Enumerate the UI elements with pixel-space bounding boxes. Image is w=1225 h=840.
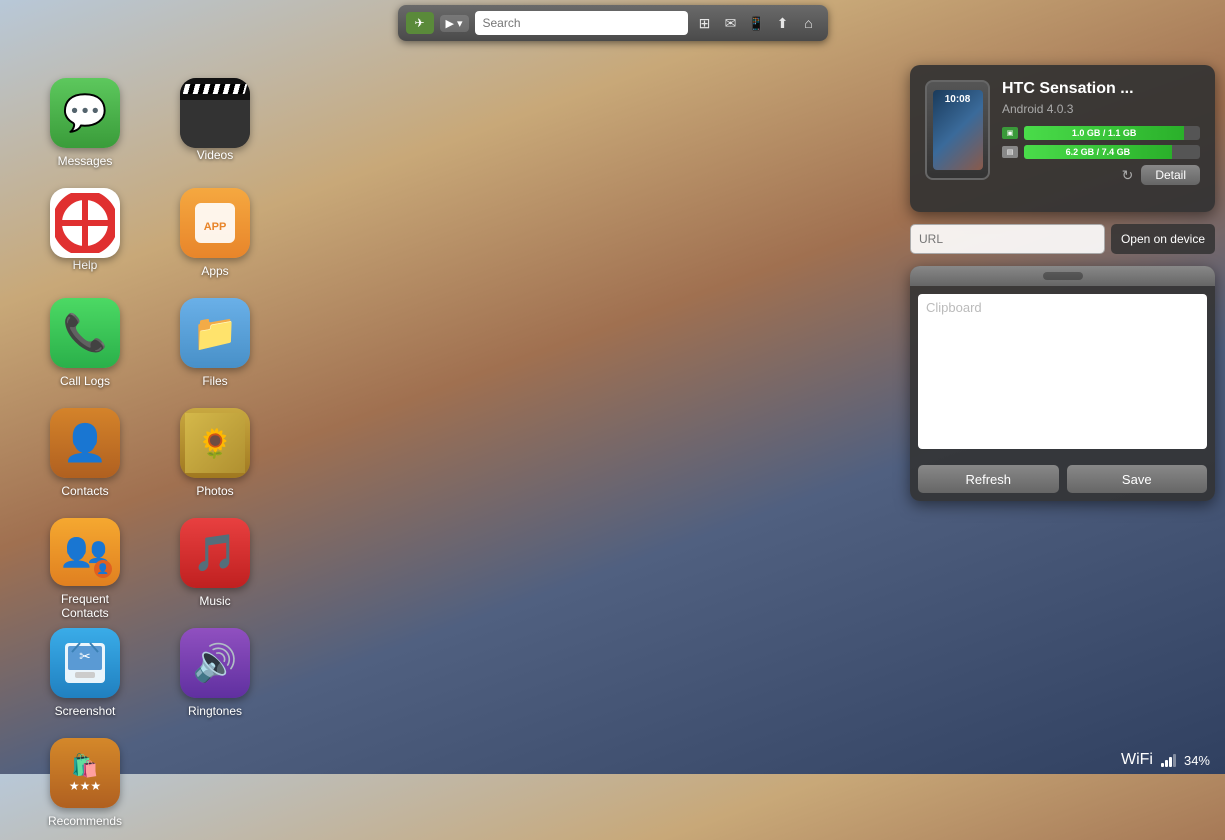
contacts-icon: 👤 <box>50 408 120 478</box>
battery-label: 34% <box>1184 753 1210 768</box>
svg-text:APP: APP <box>204 221 227 233</box>
calllogs-label: Call Logs <box>60 374 110 388</box>
app-item-screenshot[interactable]: ✂ Screenshot <box>20 620 150 730</box>
recommends-label: Recommends <box>48 814 122 828</box>
ram-bar: 1.0 GB / 1.1 GB <box>1024 126 1200 140</box>
storage-fill: 6.2 GB / 7.4 GB <box>1024 145 1172 159</box>
freqcontacts-icon: 👤👤 👤 <box>50 518 120 586</box>
apps-icon: APP <box>180 188 250 258</box>
clipboard-top <box>910 266 1215 286</box>
signal-bar-4 <box>1173 754 1176 767</box>
clipboard-area[interactable]: Clipboard <box>918 294 1207 449</box>
url-section: Open on device <box>910 224 1215 254</box>
device-os: Android 4.0.3 <box>1002 102 1200 116</box>
device-image: 10:08 <box>925 80 990 180</box>
device-icon[interactable]: 📱 <box>746 12 768 34</box>
music-icon: 🎵 <box>180 518 250 588</box>
ram-icon: ▣ <box>1002 127 1018 139</box>
clipboard-actions: Refresh Save <box>910 457 1215 501</box>
app-item-recommends[interactable]: 🛍️ ★★★ Recommends <box>20 730 150 840</box>
help-label: Help <box>73 258 98 272</box>
app-item-videos[interactable]: Videos <box>150 70 280 180</box>
detail-row: ↻ Detail <box>1002 165 1200 185</box>
upload-icon[interactable]: ⬆ <box>772 12 794 34</box>
app-grid: 💬 Messages Videos Help APP <box>20 70 280 840</box>
help-icon <box>50 188 120 258</box>
signal-bars <box>1161 754 1176 767</box>
screenshot-icon: ✂ <box>50 628 120 698</box>
storage-label: 6.2 GB / 7.4 GB <box>1066 147 1131 157</box>
signal-bar-1 <box>1161 763 1164 767</box>
apps-label: Apps <box>201 264 228 278</box>
status-bar: WiFi 34% <box>1121 751 1210 769</box>
ram-label: 1.0 GB / 1.1 GB <box>1072 128 1137 138</box>
messages-label: Messages <box>58 154 113 168</box>
photos-icon: 🌻 <box>180 408 250 478</box>
photos-label: Photos <box>196 484 233 498</box>
clipboard-label: Clipboard <box>926 300 982 315</box>
signal-bar-2 <box>1165 760 1168 767</box>
contacts-label: Contacts <box>61 484 108 498</box>
app-logo[interactable]: ✈ <box>406 12 434 34</box>
recommends-icon: 🛍️ ★★★ <box>50 738 120 808</box>
device-header: 10:08 HTC Sensation ... Android 4.0.3 ▣ … <box>925 80 1200 185</box>
refresh-small-icon[interactable]: ↻ <box>1122 167 1134 184</box>
signal-bar-3 <box>1169 757 1172 767</box>
videos-icon <box>180 78 250 148</box>
app-item-freqcontacts[interactable]: 👤👤 👤 FrequentContacts <box>20 510 150 620</box>
ram-fill: 1.0 GB / 1.1 GB <box>1024 126 1184 140</box>
device-name: HTC Sensation ... <box>1002 80 1200 98</box>
detail-button[interactable]: Detail <box>1141 165 1200 185</box>
app-item-messages[interactable]: 💬 Messages <box>20 70 150 180</box>
dropdown-arrow: ▾ <box>457 17 463 30</box>
files-icon: 📁 <box>180 298 250 368</box>
toolbar-action-icons: ⊞ ✉ 📱 ⬆ ⌂ <box>694 12 820 34</box>
ringtones-icon: 🔊 <box>180 628 250 698</box>
search-input[interactable] <box>475 11 688 35</box>
calllogs-icon: 📞 <box>50 298 120 368</box>
app-item-photos[interactable]: 🌻 Photos <box>150 400 280 510</box>
app-item-files[interactable]: 📁 Files <box>150 290 280 400</box>
app-item-ringtones[interactable]: 🔊 Ringtones <box>150 620 280 730</box>
files-label: Files <box>202 374 227 388</box>
app-item-contacts[interactable]: 👤 Contacts <box>20 400 150 510</box>
refresh-button[interactable]: Refresh <box>918 465 1059 493</box>
right-panel: 10:08 HTC Sensation ... Android 4.0.3 ▣ … <box>910 65 1215 501</box>
storage-row: ▤ 6.2 GB / 7.4 GB <box>1002 145 1200 159</box>
clipboard-section: Clipboard Refresh Save <box>910 266 1215 501</box>
grid-icon[interactable]: ⊞ <box>694 12 716 34</box>
device-time: 10:08 <box>945 94 971 105</box>
app-item-apps[interactable]: APP Apps <box>150 180 280 290</box>
ram-row: ▣ 1.0 GB / 1.1 GB <box>1002 126 1200 140</box>
device-card: 10:08 HTC Sensation ... Android 4.0.3 ▣ … <box>910 65 1215 212</box>
home-icon[interactable]: ⌂ <box>798 12 820 34</box>
freqcontacts-label: FrequentContacts <box>61 592 109 620</box>
open-on-device-button[interactable]: Open on device <box>1111 224 1215 254</box>
save-button[interactable]: Save <box>1067 465 1208 493</box>
play-icon: ▶ <box>446 17 454 30</box>
storage-bar: 6.2 GB / 7.4 GB <box>1024 145 1200 159</box>
screenshot-label: Screenshot <box>55 704 116 718</box>
ringtones-label: Ringtones <box>188 704 242 718</box>
sd-icon: ▤ <box>1002 146 1018 158</box>
clipboard-handle <box>1043 272 1083 280</box>
music-label: Music <box>199 594 230 608</box>
mail-icon[interactable]: ✉ <box>720 12 742 34</box>
play-store-button[interactable]: ▶ ▾ <box>440 15 469 32</box>
wifi-icon: WiFi <box>1121 751 1153 769</box>
svg-text:✂: ✂ <box>79 648 91 664</box>
videos-label: Videos <box>197 148 233 162</box>
logo-icon: ✈ <box>414 16 424 30</box>
app-item-help[interactable]: Help <box>20 180 150 290</box>
app-item-calllogs[interactable]: 📞 Call Logs <box>20 290 150 400</box>
url-input[interactable] <box>910 224 1105 254</box>
messages-icon: 💬 <box>50 78 120 148</box>
app-item-music[interactable]: 🎵 Music <box>150 510 280 620</box>
device-info: HTC Sensation ... Android 4.0.3 ▣ 1.0 GB… <box>1002 80 1200 185</box>
toolbar: ✈ ▶ ▾ ⊞ ✉ 📱 ⬆ ⌂ <box>398 5 828 41</box>
